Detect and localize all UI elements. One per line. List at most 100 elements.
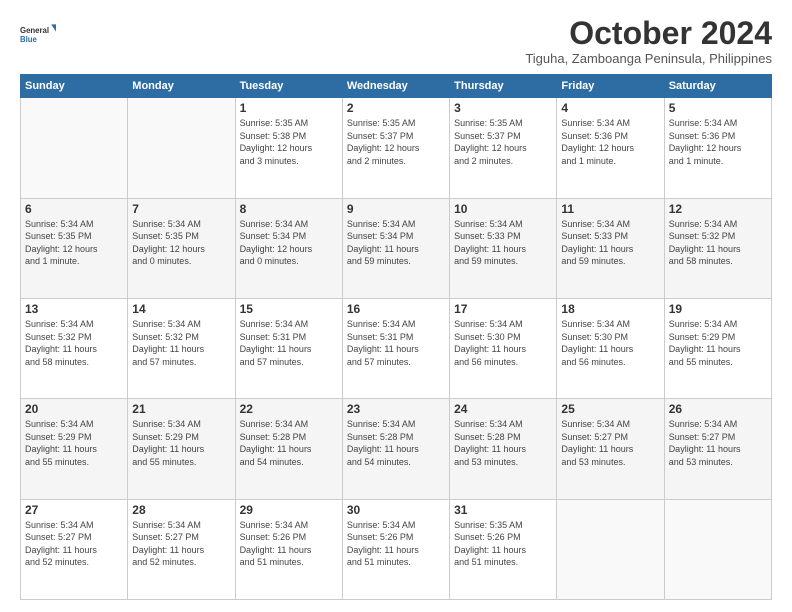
day-number: 1 bbox=[240, 101, 338, 115]
day-info: Sunrise: 5:34 AM Sunset: 5:28 PM Dayligh… bbox=[347, 418, 445, 468]
svg-text:General: General bbox=[20, 26, 49, 35]
day-info: Sunrise: 5:35 AM Sunset: 5:37 PM Dayligh… bbox=[454, 117, 552, 167]
location: Tiguha, Zamboanga Peninsula, Philippines bbox=[525, 51, 772, 66]
day-number: 28 bbox=[132, 503, 230, 517]
day-number: 7 bbox=[132, 202, 230, 216]
day-info: Sunrise: 5:34 AM Sunset: 5:29 PM Dayligh… bbox=[132, 418, 230, 468]
col-sunday: Sunday bbox=[21, 75, 128, 98]
calendar-cell: 25 Sunrise: 5:34 AM Sunset: 5:27 PM Dayli… bbox=[557, 399, 664, 499]
calendar-table: Sunday Monday Tuesday Wednesday Thursday… bbox=[20, 74, 772, 600]
day-info: Sunrise: 5:34 AM Sunset: 5:26 PM Dayligh… bbox=[240, 519, 338, 569]
col-tuesday: Tuesday bbox=[235, 75, 342, 98]
calendar-cell: 4 Sunrise: 5:34 AM Sunset: 5:36 PM Daylig… bbox=[557, 98, 664, 198]
day-info: Sunrise: 5:34 AM Sunset: 5:27 PM Dayligh… bbox=[669, 418, 767, 468]
col-thursday: Thursday bbox=[450, 75, 557, 98]
day-number: 19 bbox=[669, 302, 767, 316]
week-row-2: 6 Sunrise: 5:34 AM Sunset: 5:35 PM Daylig… bbox=[21, 198, 772, 298]
day-info: Sunrise: 5:34 AM Sunset: 5:30 PM Dayligh… bbox=[561, 318, 659, 368]
calendar-cell: 6 Sunrise: 5:34 AM Sunset: 5:35 PM Daylig… bbox=[21, 198, 128, 298]
day-number: 9 bbox=[347, 202, 445, 216]
week-row-1: 1 Sunrise: 5:35 AM Sunset: 5:38 PM Daylig… bbox=[21, 98, 772, 198]
logo-svg: General Blue bbox=[20, 16, 56, 52]
day-info: Sunrise: 5:34 AM Sunset: 5:28 PM Dayligh… bbox=[454, 418, 552, 468]
calendar-header-row: Sunday Monday Tuesday Wednesday Thursday… bbox=[21, 75, 772, 98]
day-info: Sunrise: 5:34 AM Sunset: 5:33 PM Dayligh… bbox=[454, 218, 552, 268]
calendar-cell: 24 Sunrise: 5:34 AM Sunset: 5:28 PM Dayli… bbox=[450, 399, 557, 499]
calendar-cell: 9 Sunrise: 5:34 AM Sunset: 5:34 PM Daylig… bbox=[342, 198, 449, 298]
day-info: Sunrise: 5:35 AM Sunset: 5:38 PM Dayligh… bbox=[240, 117, 338, 167]
day-info: Sunrise: 5:34 AM Sunset: 5:32 PM Dayligh… bbox=[669, 218, 767, 268]
day-number: 4 bbox=[561, 101, 659, 115]
day-number: 11 bbox=[561, 202, 659, 216]
day-info: Sunrise: 5:34 AM Sunset: 5:32 PM Dayligh… bbox=[132, 318, 230, 368]
header: General Blue October 2024 Tiguha, Zamboa… bbox=[20, 16, 772, 66]
day-number: 24 bbox=[454, 402, 552, 416]
week-row-4: 20 Sunrise: 5:34 AM Sunset: 5:29 PM Dayli… bbox=[21, 399, 772, 499]
week-row-5: 27Sunrise: 5:34 AM Sunset: 5:27 PM Dayli… bbox=[21, 499, 772, 599]
day-info: Sunrise: 5:34 AM Sunset: 5:34 PM Dayligh… bbox=[347, 218, 445, 268]
day-number: 22 bbox=[240, 402, 338, 416]
calendar-cell bbox=[128, 98, 235, 198]
day-info: Sunrise: 5:35 AM Sunset: 5:37 PM Dayligh… bbox=[347, 117, 445, 167]
calendar-cell: 8 Sunrise: 5:34 AM Sunset: 5:34 PM Daylig… bbox=[235, 198, 342, 298]
calendar-cell: 21 Sunrise: 5:34 AM Sunset: 5:29 PM Dayli… bbox=[128, 399, 235, 499]
day-number: 12 bbox=[669, 202, 767, 216]
day-info: Sunrise: 5:34 AM Sunset: 5:31 PM Dayligh… bbox=[347, 318, 445, 368]
day-info: Sunrise: 5:35 AM Sunset: 5:26 PM Dayligh… bbox=[454, 519, 552, 569]
day-info: Sunrise: 5:34 AM Sunset: 5:29 PM Dayligh… bbox=[669, 318, 767, 368]
calendar-cell: 30Sunrise: 5:34 AM Sunset: 5:26 PM Dayli… bbox=[342, 499, 449, 599]
day-info: Sunrise: 5:34 AM Sunset: 5:29 PM Dayligh… bbox=[25, 418, 123, 468]
day-info: Sunrise: 5:34 AM Sunset: 5:36 PM Dayligh… bbox=[669, 117, 767, 167]
day-number: 29 bbox=[240, 503, 338, 517]
day-number: 20 bbox=[25, 402, 123, 416]
month-title: October 2024 bbox=[525, 16, 772, 51]
logo: General Blue bbox=[20, 16, 56, 52]
col-friday: Friday bbox=[557, 75, 664, 98]
calendar-cell bbox=[21, 98, 128, 198]
day-number: 23 bbox=[347, 402, 445, 416]
day-info: Sunrise: 5:34 AM Sunset: 5:36 PM Dayligh… bbox=[561, 117, 659, 167]
day-number: 25 bbox=[561, 402, 659, 416]
day-number: 17 bbox=[454, 302, 552, 316]
day-info: Sunrise: 5:34 AM Sunset: 5:30 PM Dayligh… bbox=[454, 318, 552, 368]
day-number: 18 bbox=[561, 302, 659, 316]
day-info: Sunrise: 5:34 AM Sunset: 5:31 PM Dayligh… bbox=[240, 318, 338, 368]
calendar-cell: 3 Sunrise: 5:35 AM Sunset: 5:37 PM Daylig… bbox=[450, 98, 557, 198]
day-info: Sunrise: 5:34 AM Sunset: 5:27 PM Dayligh… bbox=[132, 519, 230, 569]
calendar-cell: 13Sunrise: 5:34 AM Sunset: 5:32 PM Dayli… bbox=[21, 298, 128, 398]
calendar-cell: 16Sunrise: 5:34 AM Sunset: 5:31 PM Dayli… bbox=[342, 298, 449, 398]
day-info: Sunrise: 5:34 AM Sunset: 5:33 PM Dayligh… bbox=[561, 218, 659, 268]
calendar-cell: 10Sunrise: 5:34 AM Sunset: 5:33 PM Dayli… bbox=[450, 198, 557, 298]
day-number: 6 bbox=[25, 202, 123, 216]
day-number: 3 bbox=[454, 101, 552, 115]
calendar-cell: 19 Sunrise: 5:34 AM Sunset: 5:29 PM Dayli… bbox=[664, 298, 771, 398]
calendar-cell: 7Sunrise: 5:34 AM Sunset: 5:35 PM Daylig… bbox=[128, 198, 235, 298]
day-number: 21 bbox=[132, 402, 230, 416]
day-info: Sunrise: 5:34 AM Sunset: 5:27 PM Dayligh… bbox=[25, 519, 123, 569]
calendar-cell: 17 Sunrise: 5:34 AM Sunset: 5:30 PM Dayli… bbox=[450, 298, 557, 398]
calendar-cell: 26Sunrise: 5:34 AM Sunset: 5:27 PM Dayli… bbox=[664, 399, 771, 499]
calendar-cell: 20 Sunrise: 5:34 AM Sunset: 5:29 PM Dayli… bbox=[21, 399, 128, 499]
calendar-cell: 5 Sunrise: 5:34 AM Sunset: 5:36 PM Daylig… bbox=[664, 98, 771, 198]
calendar-cell: 29 Sunrise: 5:34 AM Sunset: 5:26 PM Dayli… bbox=[235, 499, 342, 599]
day-number: 30 bbox=[347, 503, 445, 517]
title-block: October 2024 Tiguha, Zamboanga Peninsula… bbox=[525, 16, 772, 66]
day-number: 15 bbox=[240, 302, 338, 316]
day-info: Sunrise: 5:34 AM Sunset: 5:28 PM Dayligh… bbox=[240, 418, 338, 468]
day-number: 8 bbox=[240, 202, 338, 216]
day-number: 5 bbox=[669, 101, 767, 115]
calendar-cell: 27Sunrise: 5:34 AM Sunset: 5:27 PM Dayli… bbox=[21, 499, 128, 599]
col-wednesday: Wednesday bbox=[342, 75, 449, 98]
calendar-cell: 2Sunrise: 5:35 AM Sunset: 5:37 PM Daylig… bbox=[342, 98, 449, 198]
day-info: Sunrise: 5:34 AM Sunset: 5:32 PM Dayligh… bbox=[25, 318, 123, 368]
week-row-3: 13Sunrise: 5:34 AM Sunset: 5:32 PM Dayli… bbox=[21, 298, 772, 398]
day-number: 31 bbox=[454, 503, 552, 517]
calendar-cell bbox=[557, 499, 664, 599]
calendar-cell: 1 Sunrise: 5:35 AM Sunset: 5:38 PM Daylig… bbox=[235, 98, 342, 198]
day-info: Sunrise: 5:34 AM Sunset: 5:27 PM Dayligh… bbox=[561, 418, 659, 468]
day-info: Sunrise: 5:34 AM Sunset: 5:34 PM Dayligh… bbox=[240, 218, 338, 268]
calendar-cell bbox=[664, 499, 771, 599]
col-saturday: Saturday bbox=[664, 75, 771, 98]
col-monday: Monday bbox=[128, 75, 235, 98]
day-info: Sunrise: 5:34 AM Sunset: 5:35 PM Dayligh… bbox=[25, 218, 123, 268]
